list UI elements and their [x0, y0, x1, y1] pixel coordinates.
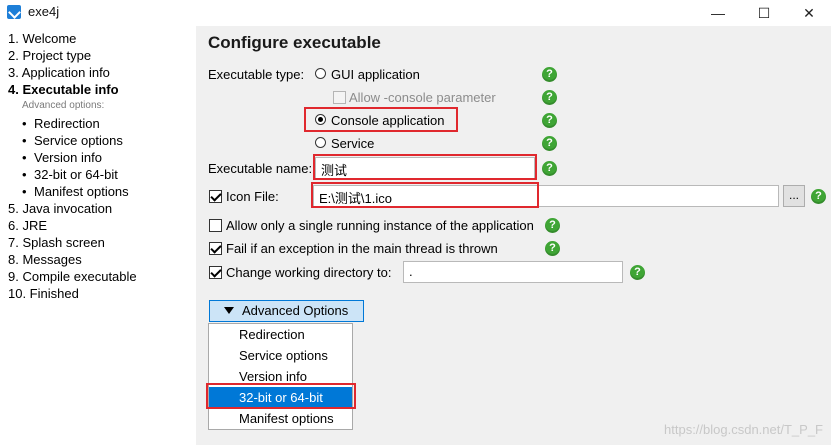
- fail-exception-checkbox[interactable]: [209, 242, 222, 255]
- icon-file-label: Icon File:: [226, 189, 279, 204]
- help-icon[interactable]: ?: [630, 265, 645, 280]
- nav-step-executable-info[interactable]: 4. Executable info: [8, 82, 119, 98]
- change-directory-label: Change working directory to:: [226, 265, 392, 280]
- nav-step-welcome[interactable]: 1. Welcome: [8, 31, 76, 47]
- maximize-button[interactable]: ☐: [741, 0, 787, 26]
- nav-step-java-invocation[interactable]: 5. Java invocation: [8, 201, 112, 217]
- nav-step-finished[interactable]: 10. Finished: [8, 286, 79, 302]
- nav-step-messages[interactable]: 8. Messages: [8, 252, 82, 268]
- menu-item-manifest-options[interactable]: Manifest options: [209, 408, 352, 429]
- menu-item-version-info[interactable]: Version info: [209, 366, 352, 387]
- app-icon: [7, 5, 21, 19]
- working-directory-input[interactable]: .: [403, 261, 623, 283]
- triangle-down-icon: [224, 307, 234, 314]
- nav-step-project-type[interactable]: 2. Project type: [8, 48, 91, 64]
- bullet-icon: •: [22, 133, 27, 148]
- gui-application-radio[interactable]: [315, 68, 326, 79]
- single-instance-label: Allow only a single running instance of …: [226, 218, 534, 233]
- fail-exception-label: Fail if an exception in the main thread …: [226, 241, 498, 256]
- help-icon[interactable]: ?: [811, 189, 826, 204]
- nav-step-application-info[interactable]: 3. Application info: [8, 65, 110, 81]
- help-icon[interactable]: ?: [542, 161, 557, 176]
- bullet-icon: •: [22, 167, 27, 182]
- allow-console-label: Allow -console parameter: [349, 90, 496, 105]
- help-icon[interactable]: ?: [542, 136, 557, 151]
- nav-sub-redirection[interactable]: • Redirection: [22, 116, 100, 132]
- nav-step-compile-executable[interactable]: 9. Compile executable: [8, 269, 137, 285]
- nav-sub-32-64-bit[interactable]: • 32-bit or 64-bit: [22, 167, 118, 183]
- console-application-label: Console application: [331, 113, 445, 128]
- change-directory-checkbox[interactable]: [209, 266, 222, 279]
- executable-type-label: Executable type:: [208, 67, 305, 82]
- bullet-icon: •: [22, 150, 27, 165]
- nav-sub-version-info[interactable]: • Version info: [22, 150, 102, 166]
- icon-file-input[interactable]: E:\测试\1.ico: [313, 185, 779, 207]
- service-label: Service: [331, 136, 375, 151]
- help-icon[interactable]: ?: [542, 113, 557, 128]
- minimize-button[interactable]: —: [695, 0, 741, 26]
- help-icon[interactable]: ?: [545, 218, 560, 233]
- menu-item-service-options[interactable]: Service options: [209, 345, 352, 366]
- icon-file-checkbox[interactable]: [209, 190, 222, 203]
- window-title: exe4j: [28, 4, 60, 19]
- browse-button[interactable]: ...: [783, 185, 805, 207]
- help-icon[interactable]: ?: [545, 241, 560, 256]
- page-title: Configure executable: [208, 33, 381, 52]
- executable-name-label: Executable name:: [208, 161, 313, 176]
- help-icon[interactable]: ?: [542, 67, 557, 82]
- service-radio[interactable]: [315, 137, 326, 148]
- nav-step-jre[interactable]: 6. JRE: [8, 218, 47, 234]
- close-button[interactable]: ✕: [786, 0, 831, 26]
- nav-step-splash-screen[interactable]: 7. Splash screen: [8, 235, 105, 251]
- help-icon[interactable]: ?: [542, 90, 557, 105]
- allow-console-checkbox[interactable]: [333, 91, 346, 104]
- gui-application-label: GUI application: [331, 67, 420, 82]
- nav-advanced-options-label: Advanced options:: [22, 100, 105, 111]
- nav-sub-service-options[interactable]: • Service options: [22, 133, 123, 149]
- menu-item-redirection[interactable]: Redirection: [209, 324, 352, 345]
- title-bar: exe4j — ☐ ✕: [0, 0, 831, 26]
- console-application-radio[interactable]: [315, 114, 326, 125]
- advanced-options-menu: Redirection Service options Version info…: [208, 323, 353, 430]
- nav-sub-manifest-options[interactable]: • Manifest options: [22, 184, 129, 200]
- menu-item-32-64-bit[interactable]: 32-bit or 64-bit: [209, 387, 352, 408]
- executable-name-input[interactable]: 测试: [315, 157, 535, 179]
- single-instance-checkbox[interactable]: [209, 219, 222, 232]
- bullet-icon: •: [22, 184, 27, 199]
- watermark: https://blog.csdn.net/T_P_F: [664, 422, 823, 437]
- bullet-icon: •: [22, 116, 27, 131]
- advanced-options-button[interactable]: Advanced Options: [209, 300, 364, 322]
